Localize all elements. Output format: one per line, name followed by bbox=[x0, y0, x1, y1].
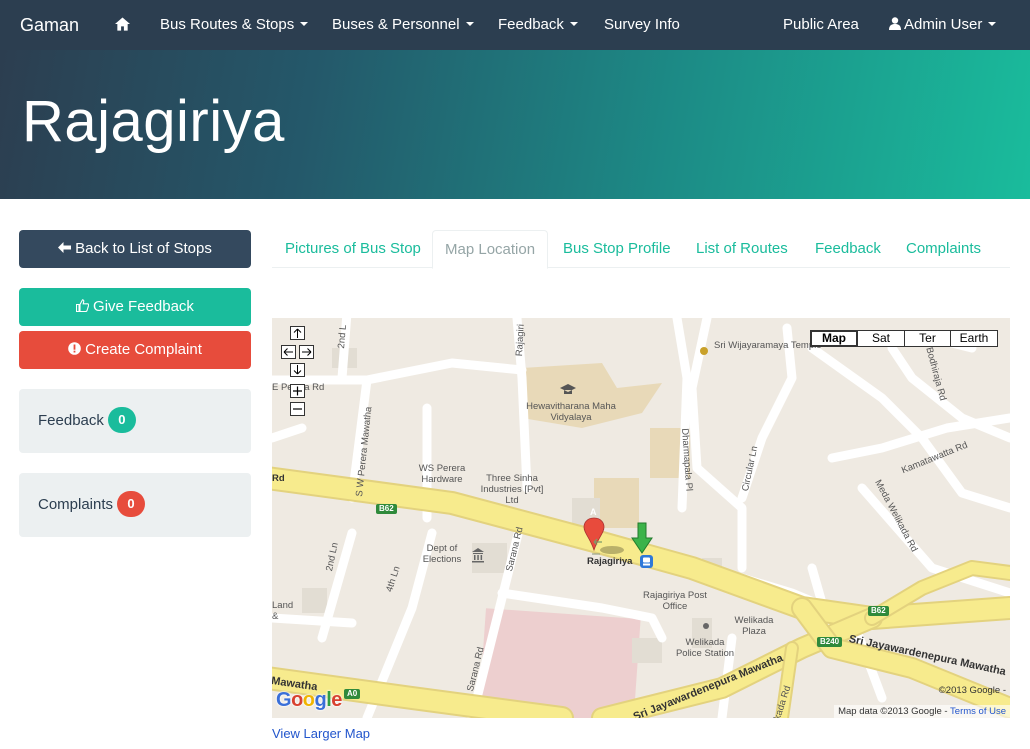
back-to-list-button[interactable]: Back to List of Stops bbox=[19, 230, 251, 268]
tab-feedback[interactable]: Feedback bbox=[815, 230, 881, 268]
thumbs-up-icon bbox=[75, 299, 90, 313]
zoom-out-button[interactable] bbox=[290, 402, 305, 416]
google-logo[interactable]: Google bbox=[276, 689, 342, 712]
map-copyright: ©2013 Google - bbox=[938, 685, 1006, 696]
temple-marker-dot bbox=[700, 347, 708, 355]
brand-link[interactable]: Gaman bbox=[20, 0, 79, 50]
marker-a-letter: A bbox=[590, 507, 597, 517]
road-shield-b62-left: B62 bbox=[376, 504, 397, 514]
tab-pictures[interactable]: Pictures of Bus Stop bbox=[285, 230, 421, 268]
map-label-elections: Dept of Elections bbox=[422, 543, 462, 565]
road-shield-b62-right: B62 bbox=[868, 606, 889, 616]
complaints-count-badge: 0 bbox=[117, 490, 146, 517]
nav-user-dropdown[interactable]: Admin User bbox=[889, 0, 997, 50]
nav-survey-info[interactable]: Survey Info bbox=[604, 0, 680, 50]
bus-stop-tabs: Pictures of Bus Stop Map Location Bus St… bbox=[272, 230, 1010, 269]
chevron-down-icon bbox=[300, 22, 309, 27]
nav-feedback-dropdown[interactable]: Feedback bbox=[498, 0, 578, 50]
zoom-in-button[interactable] bbox=[290, 384, 305, 398]
create-complaint-button[interactable]: Create Complaint bbox=[19, 331, 251, 369]
chevron-down-icon bbox=[569, 22, 578, 27]
arrow-left-icon bbox=[58, 242, 72, 254]
nav-public-area[interactable]: Public Area bbox=[783, 0, 859, 50]
map-type-earth[interactable]: Earth bbox=[950, 330, 998, 347]
map-label-plaza: Welikada Plaza bbox=[734, 615, 774, 637]
map-label-land: Land & bbox=[272, 600, 294, 622]
bus-stop-icon bbox=[640, 555, 653, 568]
plus-icon bbox=[293, 386, 302, 396]
pan-up-button[interactable] bbox=[290, 326, 305, 340]
user-icon bbox=[889, 17, 901, 31]
map-road-rajagiriya: Rajagiri bbox=[514, 323, 527, 357]
map-label-bus-stop: Rajagiriya bbox=[587, 556, 633, 567]
nav-user-label: Admin User bbox=[904, 16, 983, 33]
police-icon bbox=[703, 623, 709, 629]
tab-list-of-routes[interactable]: List of Routes bbox=[696, 230, 788, 268]
give-feedback-label: Give Feedback bbox=[93, 298, 194, 315]
map-label-post-office: Rajagiriya Post Office bbox=[643, 590, 707, 612]
arrow-up-icon bbox=[293, 328, 302, 338]
complaints-count-row: Complaints 0 bbox=[38, 473, 146, 537]
road-shield-b240: B240 bbox=[817, 637, 843, 647]
back-to-list-label: Back to List of Stops bbox=[75, 240, 212, 257]
nav-feedback-label: Feedback bbox=[498, 16, 564, 33]
nav-bus-routes-label: Bus Routes & Stops bbox=[160, 16, 295, 33]
nav-buses-personnel-dropdown[interactable]: Buses & Personnel bbox=[332, 0, 474, 50]
arrow-down-icon bbox=[293, 365, 302, 375]
map-label-hardware: WS Perera Hardware bbox=[418, 463, 466, 485]
nav-buses-personnel-label: Buses & Personnel bbox=[332, 16, 460, 33]
tab-map-location[interactable]: Map Location bbox=[432, 230, 549, 269]
pan-down-button[interactable] bbox=[290, 363, 305, 377]
home-link[interactable] bbox=[115, 0, 130, 50]
feedback-count-label: Feedback bbox=[38, 412, 104, 429]
map-type-map[interactable]: Map bbox=[810, 330, 858, 347]
google-map[interactable]: Sri Wijayaramaya Temple Hewavitharana Ma… bbox=[272, 318, 1010, 718]
map-label-police: Welikada Police Station bbox=[675, 637, 735, 659]
top-navbar: Gaman Bus Routes & Stops Buses & Personn… bbox=[0, 0, 1030, 50]
arrow-right-icon bbox=[302, 348, 312, 356]
complaints-count-label: Complaints bbox=[38, 496, 114, 513]
home-icon bbox=[115, 16, 130, 31]
tab-bus-stop-profile[interactable]: Bus Stop Profile bbox=[563, 230, 671, 268]
map-type-ter[interactable]: Ter bbox=[904, 330, 951, 347]
tab-complaints[interactable]: Complaints bbox=[906, 230, 981, 268]
pan-right-button[interactable] bbox=[299, 345, 314, 359]
exclamation-circle-icon bbox=[68, 342, 81, 355]
give-feedback-button[interactable]: Give Feedback bbox=[19, 288, 251, 326]
view-larger-map-link[interactable]: View Larger Map bbox=[272, 726, 370, 741]
page-title: Rajagiriya bbox=[22, 89, 285, 154]
terms-of-use-link[interactable]: Terms of Use bbox=[950, 706, 1006, 717]
map-data-text: Map data ©2013 Google - bbox=[838, 706, 948, 717]
feedback-count-row: Feedback 0 bbox=[38, 389, 136, 453]
map-road-second-lane-top: 2nd L bbox=[336, 324, 350, 349]
feedback-count-panel: Feedback 0 bbox=[19, 389, 251, 453]
create-complaint-label: Create Complaint bbox=[85, 341, 202, 358]
arrow-left-icon bbox=[283, 348, 293, 356]
map-label-industries: Three Sinha Industries [Pvt] Ltd bbox=[480, 473, 544, 506]
nav-bus-routes-dropdown[interactable]: Bus Routes & Stops bbox=[160, 0, 309, 50]
feedback-count-badge: 0 bbox=[107, 406, 136, 433]
chevron-down-icon bbox=[988, 22, 997, 27]
chevron-down-icon bbox=[465, 22, 474, 27]
map-data-attribution: Map data ©2013 Google - Terms of Use bbox=[834, 705, 1010, 718]
map-label-school: Hewavitharana Maha Vidyalaya bbox=[526, 401, 616, 423]
pan-left-button[interactable] bbox=[281, 345, 296, 359]
map-label-temple: Sri Wijayaramaya Temple bbox=[714, 340, 822, 351]
map-type-sat[interactable]: Sat bbox=[857, 330, 905, 347]
map-road-rd-left: Rd bbox=[272, 473, 285, 484]
minus-icon bbox=[293, 408, 302, 410]
road-shield-a0: A0 bbox=[344, 689, 361, 699]
complaints-count-panel: Complaints 0 bbox=[19, 473, 251, 537]
